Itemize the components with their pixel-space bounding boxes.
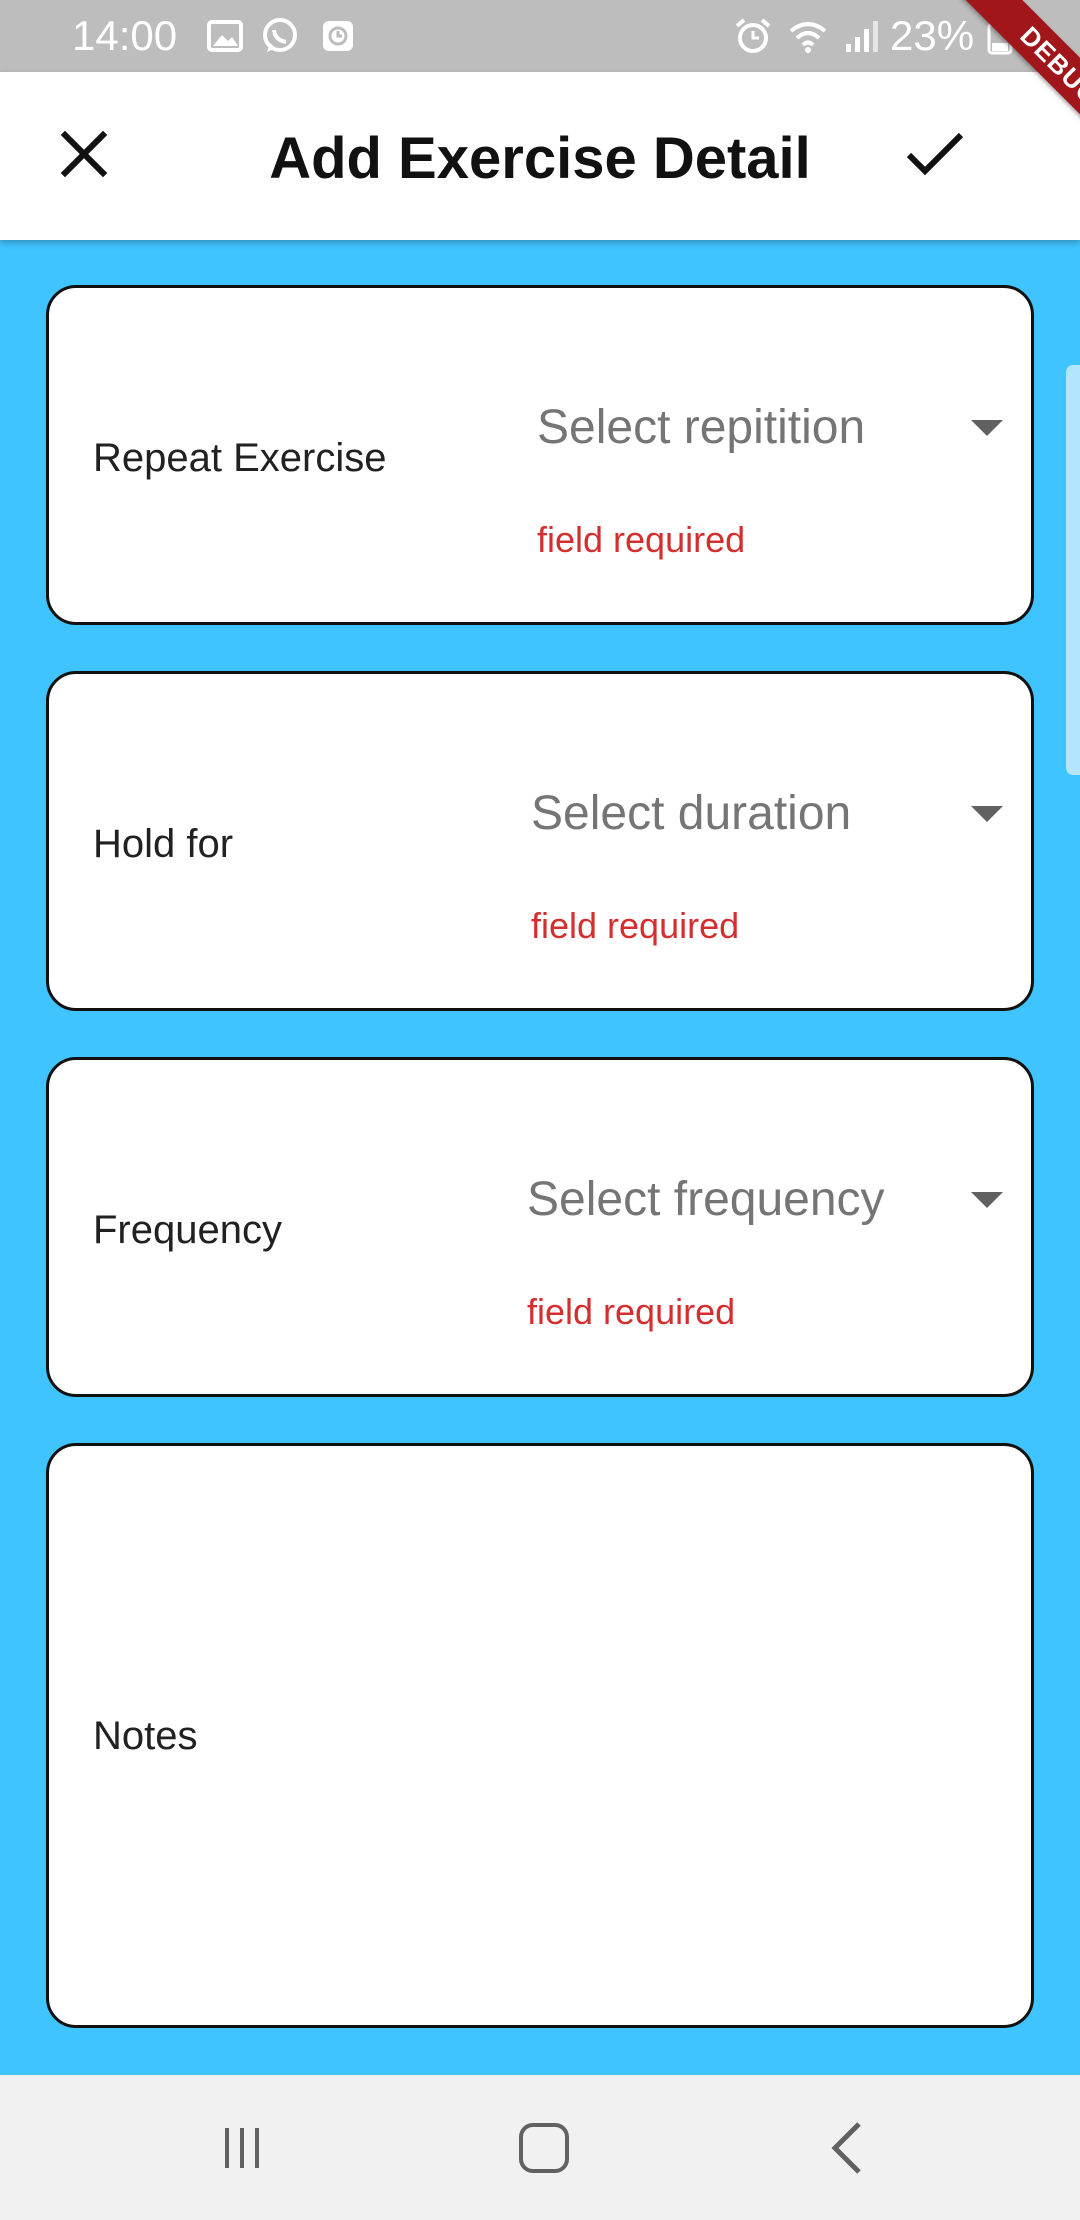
frequency-label: Frequency: [93, 1208, 282, 1252]
dropdown-arrow-icon: [971, 1192, 1003, 1208]
wifi-icon: [788, 16, 828, 56]
home-button[interactable]: [499, 2105, 589, 2195]
duration-error: field required: [531, 905, 740, 946]
recent-apps-button[interactable]: [197, 2105, 287, 2195]
repeat-exercise-label: Repeat Exercise: [93, 436, 387, 480]
dropdown-arrow-icon: [971, 420, 1003, 436]
scrollbar[interactable]: [1066, 365, 1080, 775]
confirm-button[interactable]: [895, 116, 975, 196]
form-container: Repeat Exercise Select repitition field …: [0, 240, 1080, 2075]
hold-for-label: Hold for: [93, 822, 234, 866]
dropdown-arrow-icon: [971, 806, 1003, 822]
frequency-dropdown[interactable]: Select frequency: [527, 1160, 1013, 1240]
battery-icon: [980, 16, 1020, 56]
notes-card[interactable]: Notes: [46, 1443, 1034, 2028]
status-bar: 14:00 23%: [0, 0, 1080, 72]
repetition-dropdown[interactable]: Select repitition: [537, 388, 1013, 468]
duration-dropdown[interactable]: Select duration: [531, 774, 1013, 854]
alarm-icon: [733, 16, 773, 56]
back-button[interactable]: [802, 2105, 892, 2195]
frequency-card: Frequency Select frequency field require…: [46, 1057, 1034, 1397]
hold-for-card: Hold for Select duration field required: [46, 671, 1034, 1011]
repeat-exercise-card: Repeat Exercise Select repitition field …: [46, 285, 1034, 625]
back-icon: [827, 2120, 867, 2181]
signal-icon: [840, 16, 880, 56]
recent-apps-icon: [217, 2123, 267, 2178]
clock-app-icon: [318, 16, 358, 56]
frequency-error: field required: [527, 1291, 736, 1332]
whatsapp-icon: [260, 16, 300, 56]
gallery-icon: [205, 16, 245, 56]
battery-percentage: 23%: [890, 12, 975, 59]
check-icon: [905, 129, 965, 184]
frequency-placeholder: Select frequency: [527, 1173, 885, 1226]
navigation-bar: [0, 2075, 1080, 2220]
repetition-error: field required: [537, 519, 746, 560]
home-icon: [517, 2121, 571, 2180]
status-time: 14:00: [72, 12, 178, 59]
notes-label: Notes: [93, 1714, 198, 1758]
app-bar: Add Exercise Detail: [0, 72, 1080, 240]
duration-placeholder: Select duration: [531, 787, 852, 840]
repetition-placeholder: Select repitition: [537, 401, 866, 454]
